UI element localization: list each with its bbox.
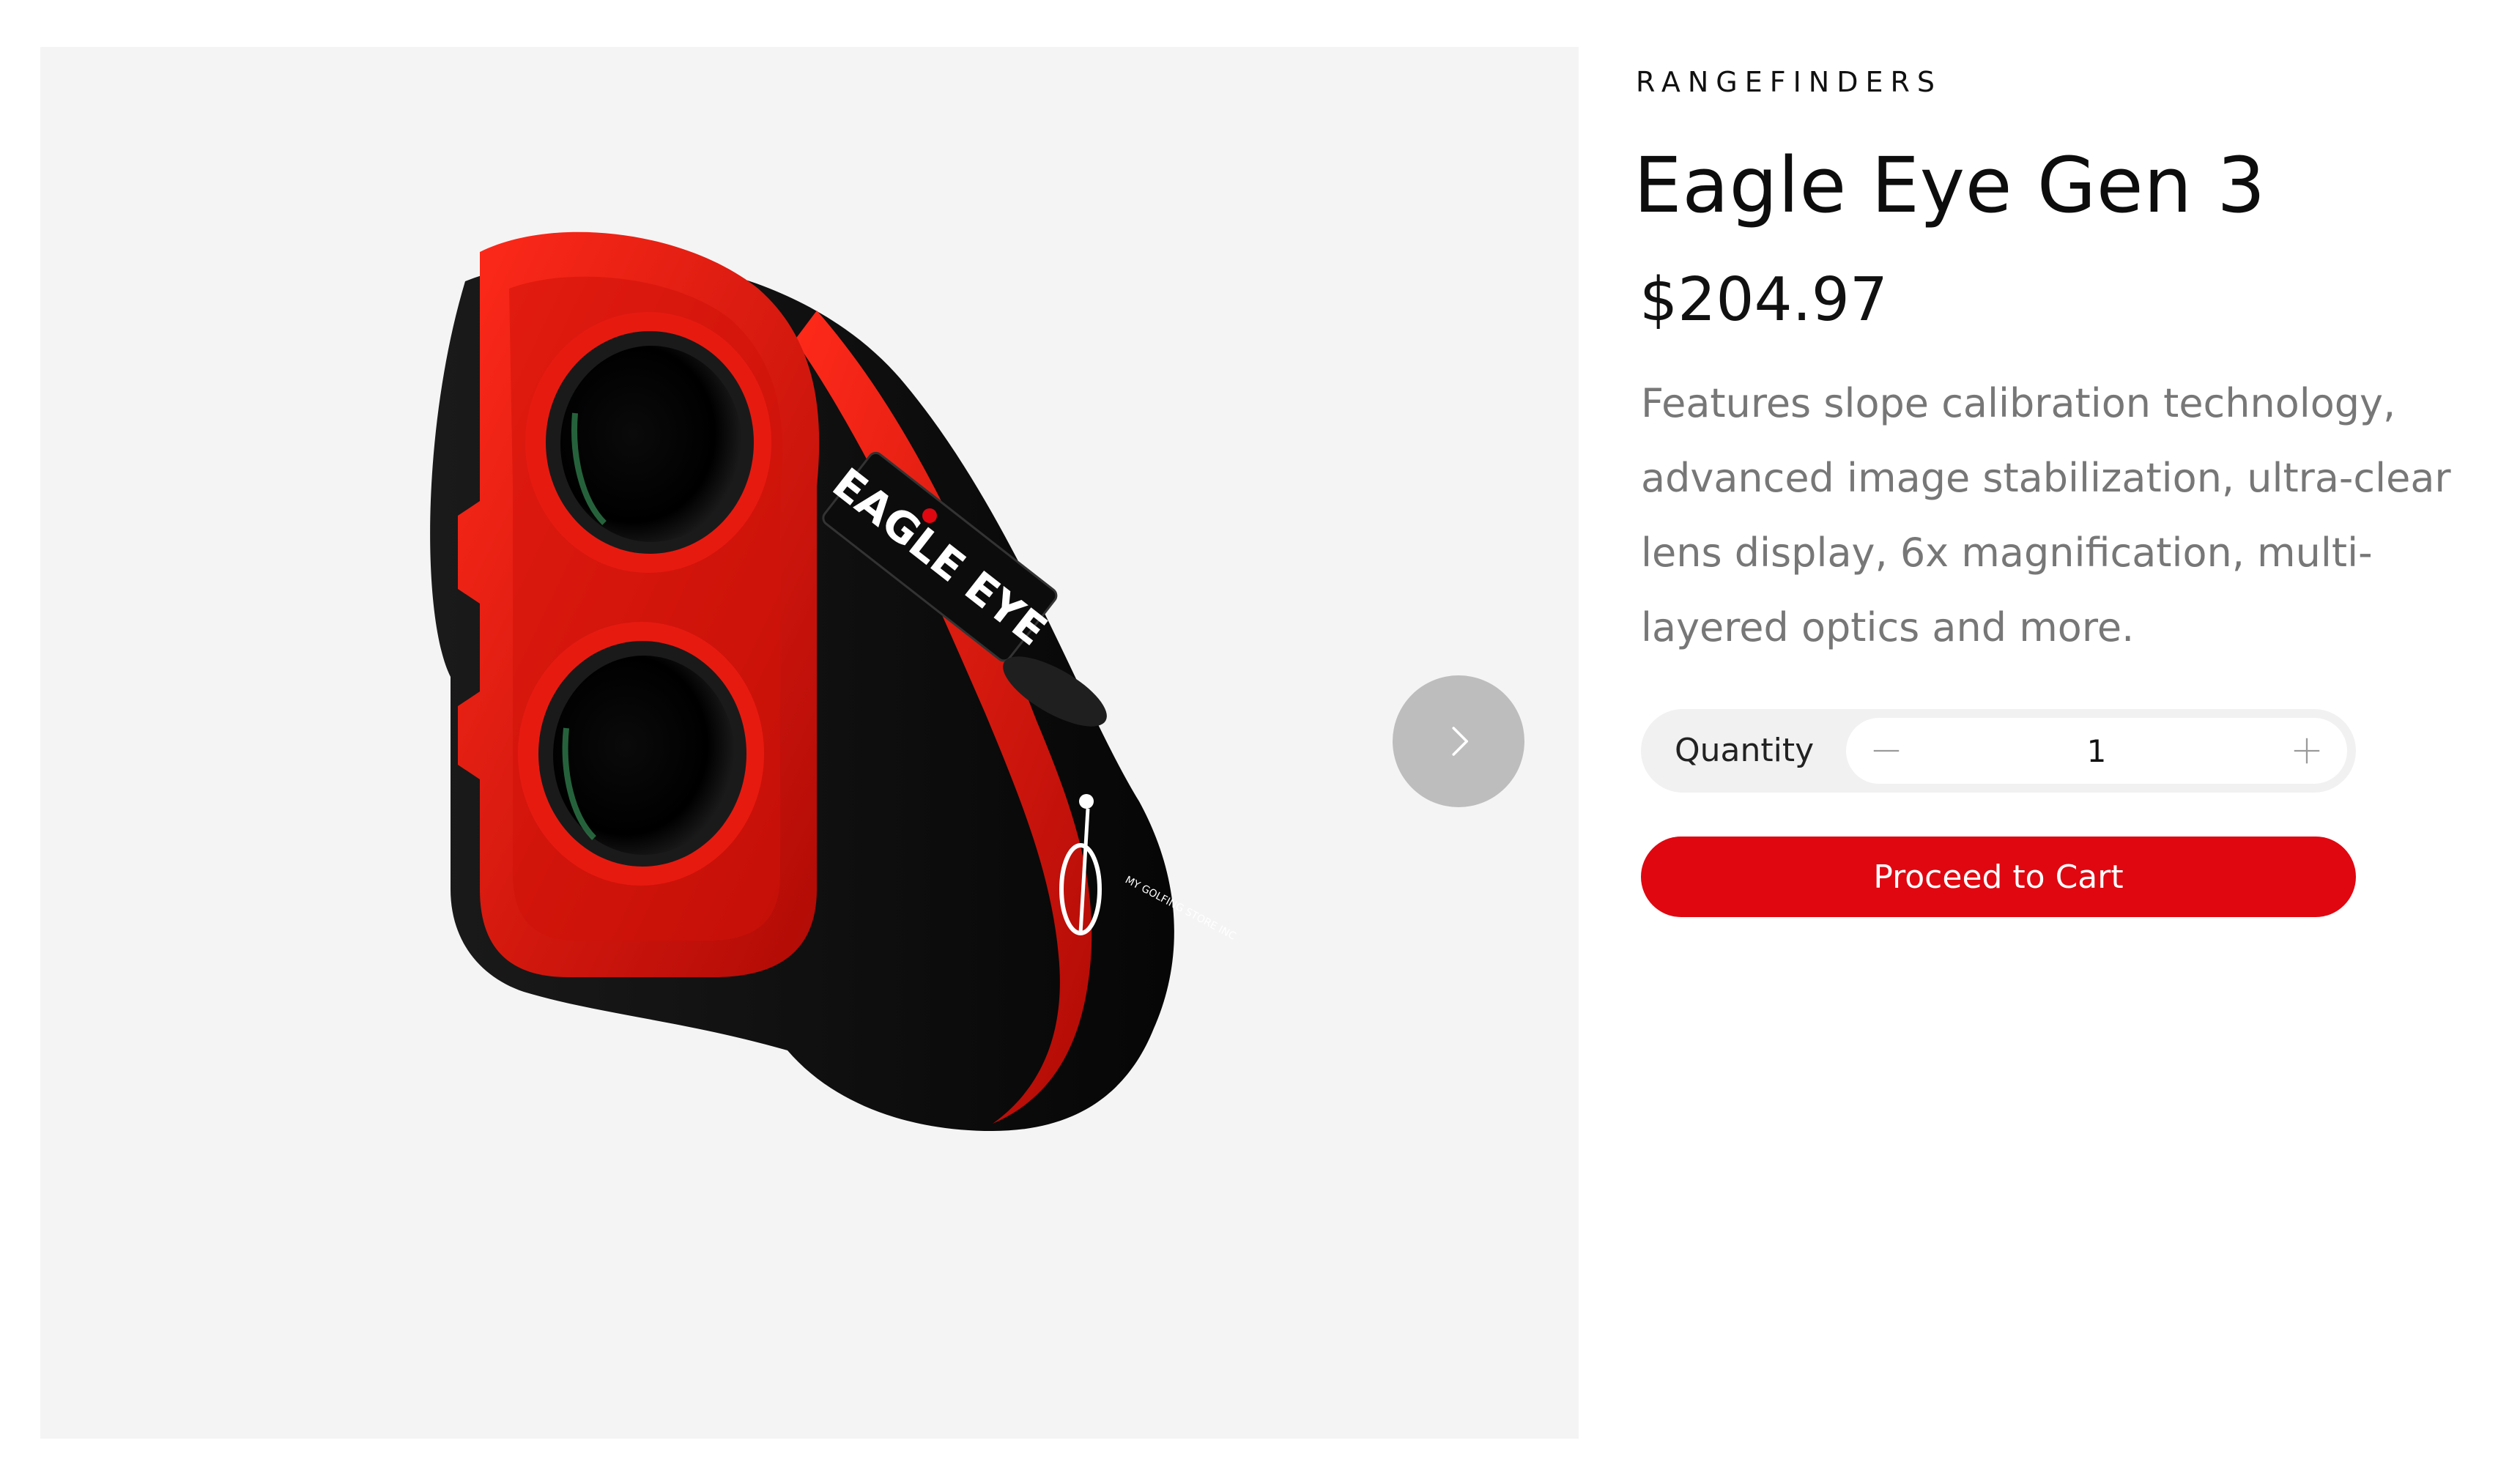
proceed-to-cart-button[interactable]: Proceed to Cart	[1641, 837, 2356, 917]
quantity-decrease-button[interactable]	[1853, 718, 1919, 784]
quantity-increase-button[interactable]	[2274, 718, 2340, 784]
quantity-stepper	[1846, 718, 2347, 785]
product-page: EAGLE EYE MY GOLFING STORE INC RANGEFIND…	[0, 0, 2520, 1465]
quantity-label: Quantity	[1675, 732, 1815, 769]
product-title: Eagle Eye Gen 3	[1634, 141, 2266, 230]
product-price: $204.97	[1639, 265, 1889, 335]
chevron-right-icon	[1452, 727, 1469, 756]
minus-icon	[1873, 749, 1900, 752]
quantity-selector: Quantity	[1641, 709, 2356, 793]
gallery-next-button[interactable]	[1393, 675, 1524, 807]
plus-icon	[2294, 738, 2320, 764]
product-category[interactable]: RANGEFINDERS	[1636, 66, 1942, 98]
quantity-input[interactable]	[1912, 718, 2281, 785]
product-gallery: EAGLE EYE MY GOLFING STORE INC	[40, 47, 1579, 1439]
product-description: Features slope calibration technology, a…	[1641, 380, 2451, 650]
product-image: EAGLE EYE MY GOLFING STORE INC	[430, 231, 1238, 1131]
